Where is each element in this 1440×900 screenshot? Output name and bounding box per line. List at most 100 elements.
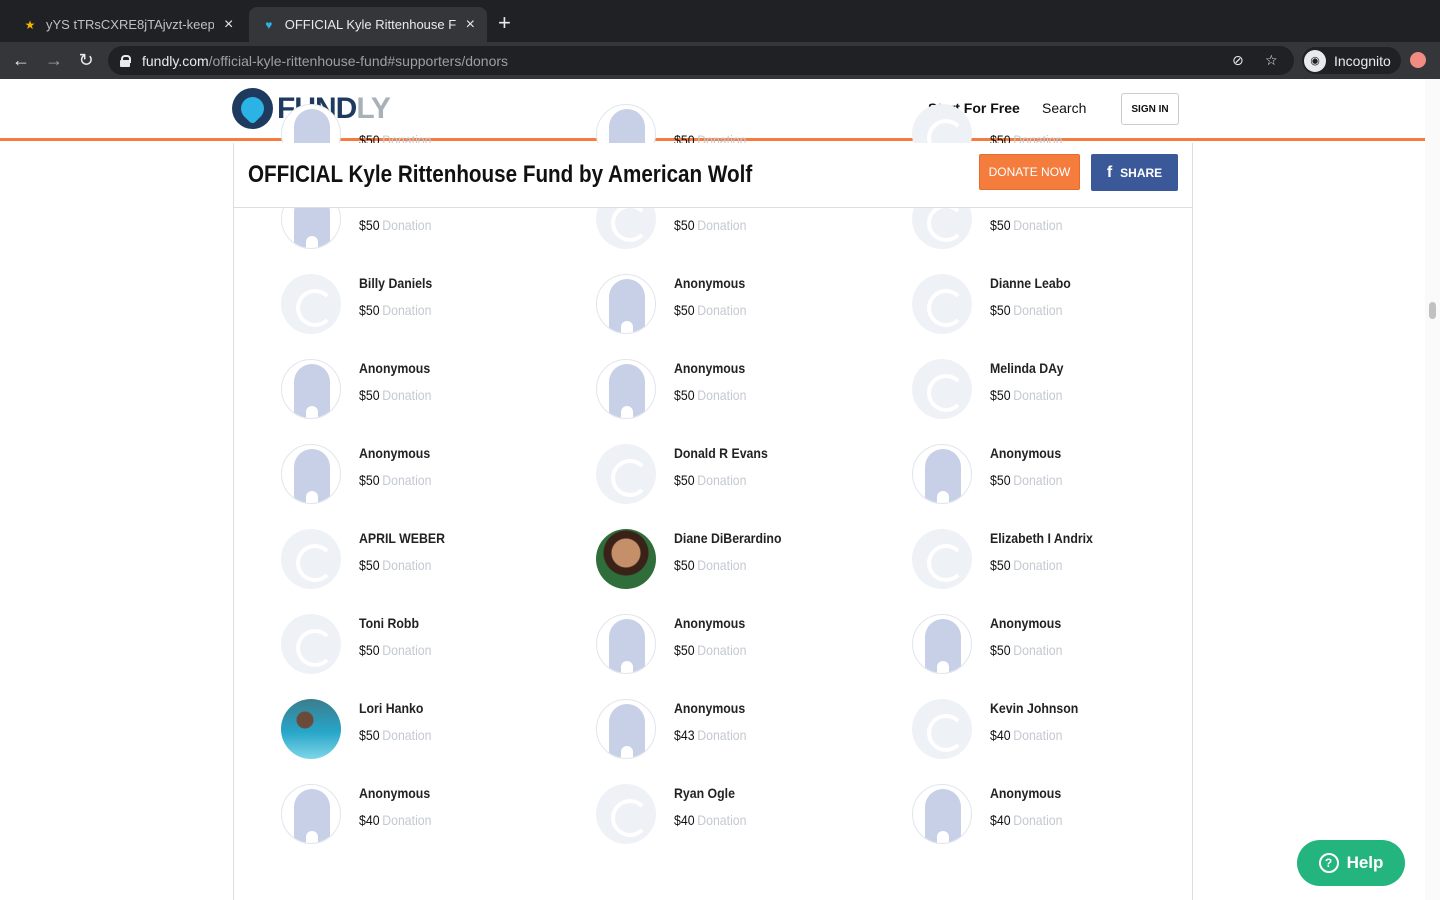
donation-label: Donation [1013, 642, 1063, 658]
donor-card: Anonymous $50Donation [912, 444, 1212, 514]
donor-card: Lori Hanko $50 Donation [281, 699, 581, 769]
forward-arrow-icon[interactable]: → [42, 48, 66, 72]
campaign-title: OFFICIAL Kyle Rittenhouse Fund by Americ… [248, 161, 753, 188]
donor-amount: $50 Donation [990, 642, 1063, 658]
donor-card: Anonymous $43 Donation [596, 699, 896, 769]
donor-card: Donald R Evans $50 Donation [596, 444, 896, 514]
donor-amount: $50 Donation [359, 642, 432, 658]
donation-label: Donation [382, 217, 432, 233]
donor-card: Anonymous $50Donation [281, 444, 581, 514]
donor-amount: $40 Donation [990, 727, 1063, 743]
donor-amount: $50 Donation [674, 557, 747, 573]
anonymous-avatar-icon [596, 274, 656, 334]
donation-label: Donation [1013, 472, 1063, 488]
donor-amount: $50 Donation [359, 557, 432, 573]
donation-amount: $50 [674, 387, 695, 403]
page-viewport: FUNDLY Start For Free Search SIGN IN $50… [0, 79, 1425, 900]
donor-card: Diane DiBerardino $50 Donation [596, 529, 896, 599]
address-bar[interactable]: fundly.com/official-kyle-rittenhouse-fun… [108, 46, 1294, 75]
heart-avatar-icon [281, 614, 341, 674]
anonymous-avatar-icon [596, 359, 656, 419]
url-host: fundly.com [142, 52, 209, 69]
incognito-label: Incognito [1334, 52, 1391, 69]
extension-icon[interactable] [1410, 52, 1426, 68]
help-button[interactable]: ? Help [1297, 840, 1405, 886]
donor-name: Anonymous [359, 445, 431, 461]
url-path: /official-kyle-rittenhouse-fund#supporte… [208, 52, 509, 69]
donor-amount: $50 Donation [990, 557, 1063, 573]
donor-name: Ryan Ogle [674, 785, 735, 801]
donor-amount: $50 Donation [359, 472, 432, 488]
donor-name: Melinda DAy [990, 360, 1064, 376]
incognito-indicator[interactable]: ◉ Incognito [1302, 47, 1401, 74]
anonymous-avatar-icon [912, 784, 972, 844]
donor-name: Billy Daniels [359, 275, 433, 291]
donation-label: Donation [1013, 727, 1063, 743]
donation-amount: $50 [674, 472, 695, 488]
new-tab-icon[interactable]: + [498, 12, 511, 34]
donor-amount: $43 Donation [674, 727, 747, 743]
donation-label: Donation [1013, 812, 1063, 828]
anonymous-avatar-icon [912, 444, 972, 504]
donation-label: Donation [382, 642, 432, 658]
donation-amount: $40 [990, 812, 1011, 828]
donor-photo [281, 699, 341, 759]
donor-name: Anonymous [990, 785, 1062, 801]
lock-icon [120, 54, 131, 67]
tab-title: OFFICIAL Kyle Rittenhouse Fun [284, 17, 456, 32]
donor-amount: $50 Donation [359, 302, 432, 318]
donor-amount: $50 Donation [990, 302, 1063, 318]
page-scrollbar[interactable] [1425, 79, 1440, 900]
donor-name: Kevin Johnson [990, 700, 1079, 716]
donor-name: Anonymous [359, 785, 431, 801]
back-arrow-icon[interactable]: ← [9, 48, 33, 72]
donor-amount: $50 Donation [674, 302, 747, 318]
share-label: SHARE [1120, 165, 1163, 180]
donor-amount: $40 Donation [674, 812, 747, 828]
eye-off-icon[interactable]: ⊘ [1232, 52, 1244, 69]
donor-amount: $50 Donation [359, 727, 432, 743]
donation-amount: $50 [990, 472, 1011, 488]
donor-card: Anonymous $50Donation [281, 359, 581, 429]
donation-amount: $50 [359, 387, 380, 403]
scrollbar-thumb[interactable] [1429, 302, 1436, 319]
anonymous-avatar-icon [596, 699, 656, 759]
donor-name: Lori Hanko [359, 700, 424, 716]
anonymous-avatar-icon [912, 614, 972, 674]
keep-favicon-icon: ★ [24, 17, 36, 32]
reload-icon[interactable]: ↻ [74, 48, 98, 72]
heart-avatar-icon [912, 359, 972, 419]
tab-title: yYS tTRsCXRE8jTAjvzt-keep | | [46, 17, 214, 32]
donation-amount: $50 [674, 217, 695, 233]
anonymous-avatar-icon [281, 359, 341, 419]
facebook-icon: f [1106, 163, 1113, 181]
donor-amount: $40 Donation [990, 812, 1063, 828]
tab-close-icon[interactable]: × [466, 16, 475, 34]
donation-amount: $50 [990, 557, 1011, 573]
donation-amount: $50 [359, 302, 380, 318]
browser-tab-fundly[interactable]: ♥ OFFICIAL Kyle Rittenhouse Fun × [249, 7, 487, 42]
help-label: Help [1346, 853, 1384, 872]
anonymous-avatar-icon [596, 614, 656, 674]
donate-now-button[interactable]: DONATE NOW [979, 154, 1080, 190]
tab-close-icon[interactable]: × [224, 16, 233, 34]
donor-card: Kevin Johnson $40 Donation [912, 699, 1212, 769]
donor-card: Dianne Leabo $50 Donation [912, 274, 1212, 344]
donation-amount: $50 [674, 642, 695, 658]
donation-amount: $50 [359, 217, 380, 233]
fundly-logo-icon [232, 88, 273, 129]
star-icon[interactable]: ☆ [1265, 52, 1278, 69]
donation-label: Donation [1013, 387, 1063, 403]
donor-card: Anonymous $40 Donation [912, 784, 1212, 854]
donation-amount: $50 [990, 302, 1011, 318]
donor-name: Anonymous [359, 360, 431, 376]
browser-tab-keep[interactable]: ★ yYS tTRsCXRE8jTAjvzt-keep | | × [10, 7, 245, 42]
share-button[interactable]: f SHARE [1091, 154, 1178, 191]
donation-label: Donation [697, 812, 747, 828]
fundly-favicon-icon: ♥ [265, 17, 273, 32]
donor-name: APRIL WEBER [359, 530, 446, 546]
donor-amount: $50 Donation [674, 472, 747, 488]
browser-toolbar: ← → ↻ fundly.com/official-kyle-rittenhou… [0, 42, 1440, 79]
donor-amount: $50 Donation [990, 387, 1063, 403]
donor-card: Billy Daniels $50 Donation [281, 274, 581, 344]
